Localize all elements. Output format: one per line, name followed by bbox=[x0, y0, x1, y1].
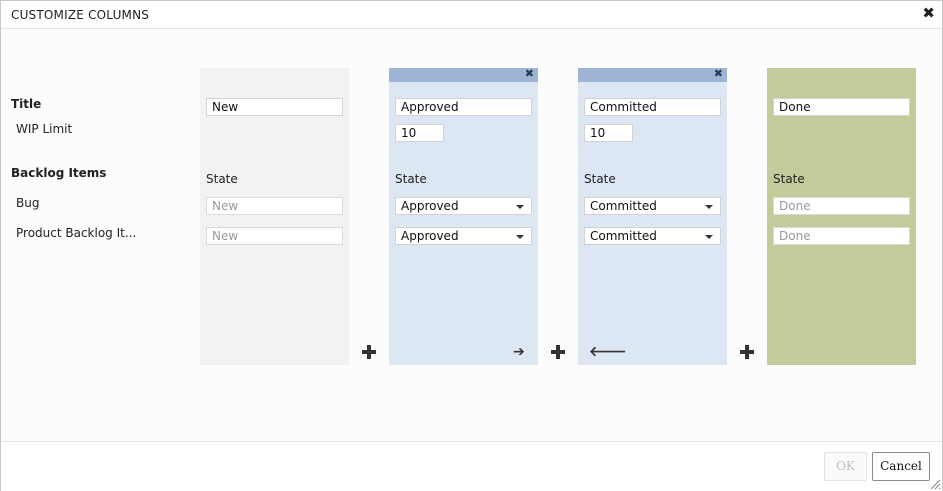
column-new: New State New New bbox=[200, 68, 349, 365]
arrow-left-icon[interactable]: 🡐 bbox=[589, 344, 627, 360]
pbi-state-select[interactable]: Approved bbox=[395, 227, 532, 245]
state-label: State bbox=[395, 172, 427, 186]
column-approved: ✖ Approved 10 State Approved Approved bbox=[389, 67, 538, 365]
close-icon[interactable]: ✖ bbox=[525, 67, 534, 81]
cancel-button[interactable]: Cancel bbox=[872, 452, 930, 481]
pbi-state-value: Approved bbox=[401, 229, 459, 243]
pbi-state-value: Committed bbox=[590, 229, 657, 243]
pbi-state-select[interactable]: Committed bbox=[584, 227, 721, 245]
resize-grip-icon[interactable] bbox=[929, 478, 941, 490]
column-title-input[interactable]: Done bbox=[773, 98, 910, 116]
dialog-footer: OK Cancel bbox=[1, 441, 942, 491]
ok-button[interactable]: OK bbox=[824, 452, 867, 481]
bug-state-value: Committed bbox=[590, 199, 657, 213]
dialog-title: CUSTOMIZE COLUMNS bbox=[11, 8, 150, 22]
plus-icon[interactable] bbox=[739, 344, 755, 360]
pbi-state-field: Done bbox=[773, 227, 910, 245]
product-backlog-item-row-label: Product Backlog It... bbox=[16, 226, 137, 240]
bug-state-select[interactable]: Committed bbox=[584, 197, 721, 215]
bug-state-value: Approved bbox=[401, 199, 459, 213]
chevron-down-icon bbox=[705, 205, 713, 209]
bug-state-field: Done bbox=[773, 197, 910, 215]
chevron-down-icon bbox=[705, 235, 713, 239]
plus-icon[interactable] bbox=[550, 344, 566, 360]
pbi-state-field: New bbox=[206, 227, 343, 245]
plus-icon[interactable] bbox=[361, 344, 377, 360]
wip-limit-row-label: WIP Limit bbox=[16, 122, 73, 136]
close-icon[interactable]: ✖ bbox=[922, 5, 935, 22]
column-done: Done State Done Done bbox=[767, 68, 916, 365]
close-icon[interactable]: ✖ bbox=[714, 67, 723, 81]
state-label: State bbox=[206, 172, 238, 186]
chevron-down-icon bbox=[516, 235, 524, 239]
arrow-right-icon[interactable]: ➔ bbox=[513, 344, 525, 360]
bug-row-label: Bug bbox=[16, 196, 40, 210]
state-label: State bbox=[584, 172, 616, 186]
wip-limit-input[interactable]: 10 bbox=[584, 124, 633, 142]
state-label: State bbox=[773, 172, 805, 186]
column-header: ✖ bbox=[578, 67, 727, 82]
title-row-label: Title bbox=[11, 97, 42, 111]
backlog-items-row-label: Backlog Items bbox=[11, 166, 107, 180]
dialog-titlebar: CUSTOMIZE COLUMNS ✖ bbox=[1, 1, 942, 29]
column-committed: ✖ Committed 10 State Committed Committed bbox=[578, 67, 727, 365]
column-title-input[interactable]: New bbox=[206, 98, 343, 116]
bug-state-field: New bbox=[206, 197, 343, 215]
wip-limit-input[interactable]: 10 bbox=[395, 124, 444, 142]
column-title-input[interactable]: Committed bbox=[584, 98, 721, 116]
customize-columns-dialog: CUSTOMIZE COLUMNS ✖ Title WIP Limit Back… bbox=[0, 0, 943, 491]
column-header: ✖ bbox=[389, 67, 538, 82]
chevron-down-icon bbox=[516, 205, 524, 209]
column-title-input[interactable]: Approved bbox=[395, 98, 532, 116]
bug-state-select[interactable]: Approved bbox=[395, 197, 532, 215]
